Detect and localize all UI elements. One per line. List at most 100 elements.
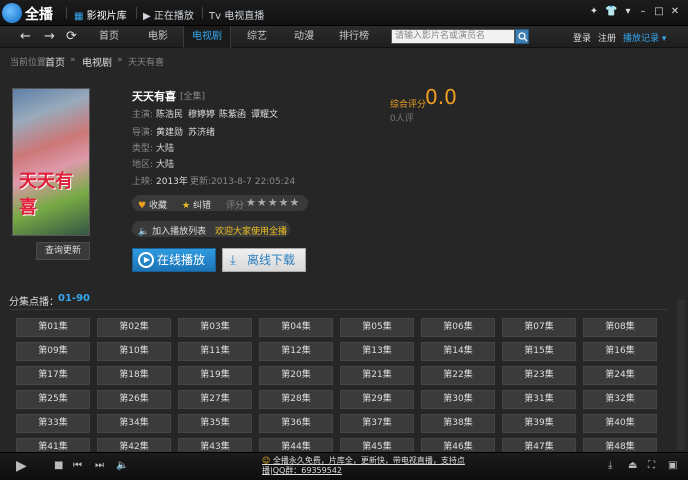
episode-button[interactable]: 第37集 — [340, 414, 414, 433]
episode-button[interactable]: 第11集 — [178, 342, 252, 361]
tab-anime[interactable]: 动漫 — [283, 26, 325, 48]
cast-link[interactable]: 谭耀文 — [251, 107, 278, 120]
stop-icon[interactable]: ■ — [54, 460, 63, 471]
episode-button[interactable]: 第45集 — [340, 438, 414, 452]
cast-link[interactable]: 陈紫函 — [219, 107, 246, 120]
favorite-button[interactable]: ♥ 收藏 — [138, 198, 167, 211]
offline-download-button[interactable]: ⤓ 离线下载 — [222, 248, 306, 272]
episode-button[interactable]: 第20集 — [259, 366, 333, 385]
cast-link[interactable]: 穆婷婷 — [188, 107, 215, 120]
episodes-range-tab[interactable]: 01-90 — [58, 293, 90, 304]
episode-button[interactable]: 第36集 — [259, 414, 333, 433]
episode-button[interactable]: 第04集 — [259, 318, 333, 337]
episode-button[interactable]: 第38集 — [421, 414, 495, 433]
episode-button[interactable]: 第07集 — [502, 318, 576, 337]
back-arrow-icon[interactable]: ← — [20, 29, 31, 44]
tab-tv-series[interactable]: 电视剧 — [183, 26, 231, 48]
breadcrumb-section[interactable]: 电视剧 — [82, 54, 112, 69]
query-update-button[interactable]: 查询更新 — [36, 242, 90, 260]
episode-button[interactable]: 第17集 — [16, 366, 90, 385]
episode-button[interactable]: 第43集 — [178, 438, 252, 452]
episode-button[interactable]: 第40集 — [583, 414, 657, 433]
episode-button[interactable]: 第26集 — [97, 390, 171, 409]
episode-button[interactable]: 第24集 — [583, 366, 657, 385]
episode-button[interactable]: 第48集 — [583, 438, 657, 452]
episode-button[interactable]: 第01集 — [16, 318, 90, 337]
pin-icon[interactable]: ✦ — [588, 6, 600, 18]
episode-button[interactable]: 第05集 — [340, 318, 414, 337]
top-nav-now-playing[interactable]: ▶ 正在播放 — [143, 7, 194, 22]
episode-button[interactable]: 第23集 — [502, 366, 576, 385]
fullscreen-icon[interactable]: ⛶ — [648, 460, 655, 471]
episode-button[interactable]: 第02集 — [97, 318, 171, 337]
settings-icon[interactable]: ▣ — [668, 460, 677, 471]
episode-button[interactable]: 第21集 — [340, 366, 414, 385]
episode-button[interactable]: 第15集 — [502, 342, 576, 361]
cast-link[interactable]: 陈浩民 — [156, 107, 183, 120]
top-nav-tv-live[interactable]: Tv 电视直播 — [209, 7, 264, 22]
minimize-icon[interactable]: – — [637, 6, 649, 18]
episode-button[interactable]: 第16集 — [583, 342, 657, 361]
scrollbar[interactable] — [677, 300, 685, 450]
download-manager-icon[interactable]: ⤓ — [608, 460, 612, 471]
episode-button[interactable]: 第03集 — [178, 318, 252, 337]
episode-button[interactable]: 第10集 — [97, 342, 171, 361]
episode-button[interactable]: 第06集 — [421, 318, 495, 337]
top-nav-library[interactable]: ▦ 影视片库 — [74, 7, 127, 22]
episode-button[interactable]: 第42集 — [97, 438, 171, 452]
director-link[interactable]: 苏济绪 — [188, 125, 215, 138]
episode-button[interactable]: 第39集 — [502, 414, 576, 433]
previous-icon[interactable]: ⏮ — [73, 460, 82, 471]
episode-button[interactable]: 第33集 — [16, 414, 90, 433]
episode-button[interactable]: 第32集 — [583, 390, 657, 409]
skin-icon[interactable]: 👕 — [605, 6, 617, 18]
episode-button[interactable]: 第35集 — [178, 414, 252, 433]
play-icon[interactable]: ▶ — [16, 458, 27, 474]
search-button[interactable] — [515, 29, 529, 44]
episode-button[interactable]: 第14集 — [421, 342, 495, 361]
region-value[interactable]: 大陆 — [156, 157, 174, 170]
tab-variety[interactable]: 综艺 — [236, 26, 278, 48]
menu-icon[interactable]: ▾ — [622, 6, 634, 18]
episode-button[interactable]: 第44集 — [259, 438, 333, 452]
episode-button[interactable]: 第46集 — [421, 438, 495, 452]
rating-stars[interactable]: ★★★★★ — [246, 196, 300, 209]
maximize-icon[interactable]: □ — [653, 6, 665, 18]
next-icon[interactable]: ⏭ — [95, 460, 104, 471]
episode-button[interactable]: 第30集 — [421, 390, 495, 409]
breadcrumb-home[interactable]: 首页 — [45, 54, 65, 69]
tab-ranking[interactable]: 排行榜 — [330, 26, 378, 48]
episode-button[interactable]: 第12集 — [259, 342, 333, 361]
refresh-icon[interactable]: ⟳ — [66, 29, 77, 44]
episode-button[interactable]: 第27集 — [178, 390, 252, 409]
director-link[interactable]: 黄建勋 — [156, 125, 183, 138]
episode-button[interactable]: 第28集 — [259, 390, 333, 409]
episode-button[interactable]: 第41集 — [16, 438, 90, 452]
add-playlist-button[interactable]: 🔈 加入播放列表 — [138, 224, 206, 237]
episode-button[interactable]: 第31集 — [502, 390, 576, 409]
episode-button[interactable]: 第47集 — [502, 438, 576, 452]
episode-button[interactable]: 第13集 — [340, 342, 414, 361]
episode-button[interactable]: 第09集 — [16, 342, 90, 361]
genre-value[interactable]: 大陆 — [156, 141, 174, 154]
close-icon[interactable]: ✕ — [669, 6, 681, 18]
tab-movies[interactable]: 电影 — [137, 26, 179, 48]
episode-button[interactable]: 第29集 — [340, 390, 414, 409]
play-online-button[interactable]: ▶ 在线播放 — [132, 248, 216, 272]
report-button[interactable]: ★ 纠错 — [182, 198, 211, 211]
forward-arrow-icon[interactable]: → — [44, 29, 55, 44]
episode-button[interactable]: 第18集 — [97, 366, 171, 385]
volume-icon[interactable]: 🔈 — [116, 460, 128, 471]
history-link[interactable]: 播放记录 ▾ — [623, 31, 666, 44]
eject-icon[interactable]: ⏏ — [628, 460, 637, 471]
episode-button[interactable]: 第22集 — [421, 366, 495, 385]
login-link[interactable]: 登录 — [573, 31, 591, 44]
tab-home[interactable]: 首页 — [88, 26, 130, 48]
register-link[interactable]: 注册 — [598, 31, 616, 44]
search-input[interactable]: 请输入影片名或演员名 — [391, 29, 515, 44]
episode-button[interactable]: 第19集 — [178, 366, 252, 385]
footer-notice[interactable]: ☺ 全播永久免费，片库全，更新快，带电视直播，支持点播|QQ群：69359542 — [262, 456, 477, 476]
episode-button[interactable]: 第25集 — [16, 390, 90, 409]
episode-button[interactable]: 第34集 — [97, 414, 171, 433]
episode-button[interactable]: 第08集 — [583, 318, 657, 337]
